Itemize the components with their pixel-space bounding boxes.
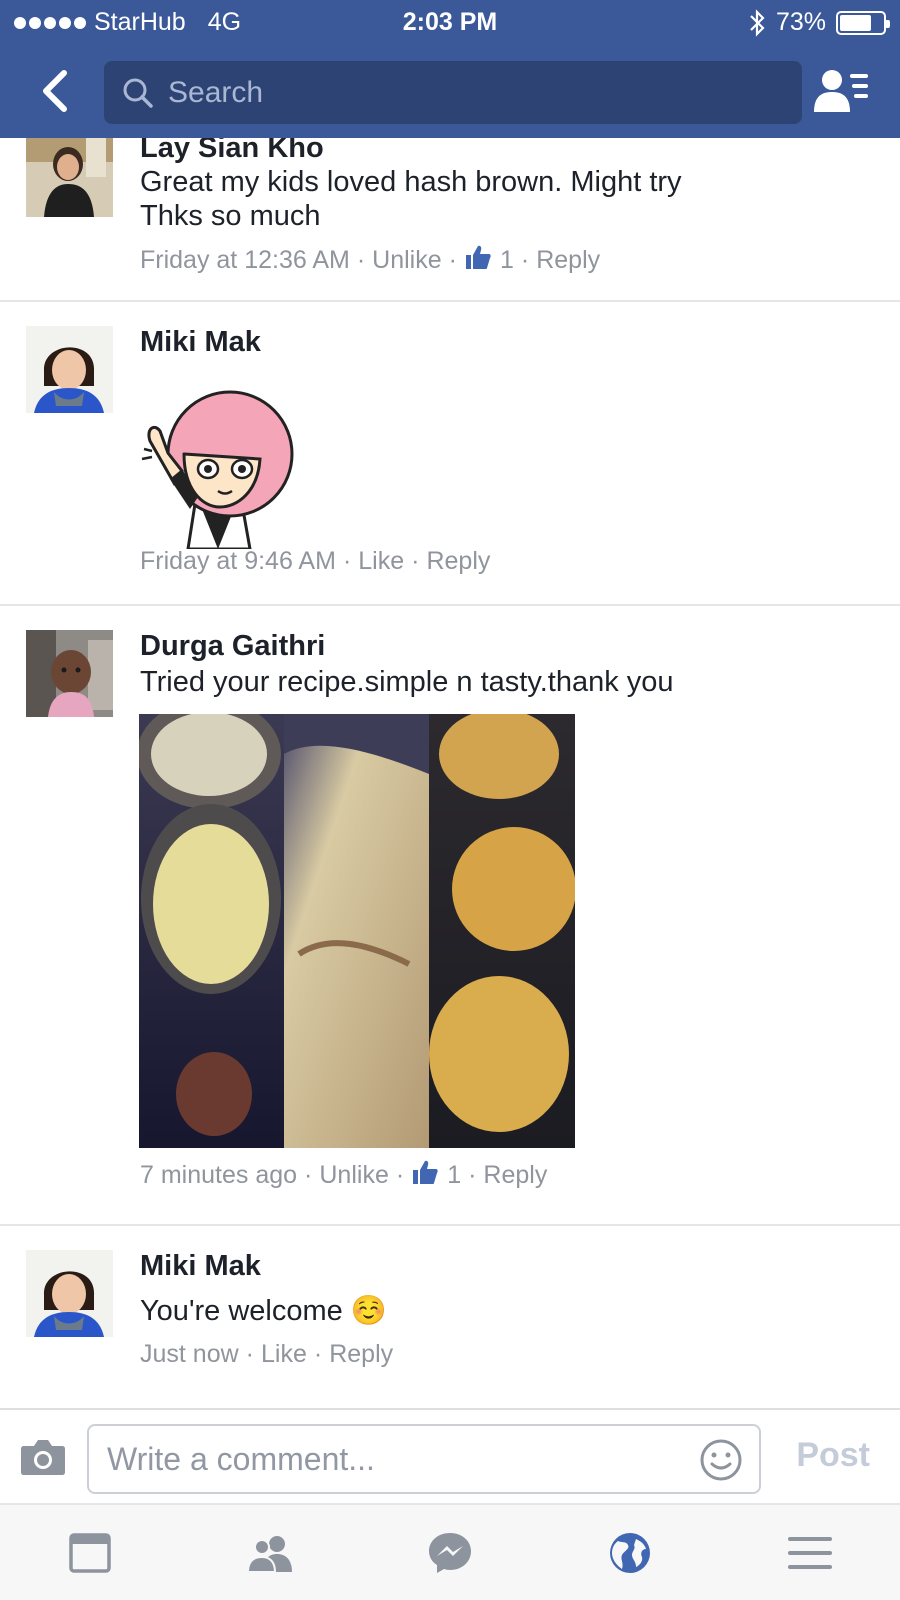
- comments-list: Lay Sian Kho Great my kids loved hash br…: [0, 138, 900, 1408]
- status-right: 73%: [748, 8, 890, 37]
- comment-item: Miki Mak You're welcome ☺️ Just now · Li…: [0, 1226, 900, 1408]
- battery-percent: 73%: [775, 8, 826, 36]
- like-thumb-icon: [464, 244, 492, 277]
- search-bar[interactable]: [104, 61, 802, 124]
- status-bar: StarHub 4G 2:03 PM 73%: [0, 0, 900, 46]
- comment-item: Lay Sian Kho Great my kids loved hash br…: [0, 138, 900, 302]
- tab-notifications[interactable]: [590, 1518, 670, 1588]
- attached-photo[interactable]: [139, 714, 575, 1148]
- separator-dot: ·: [411, 547, 420, 575]
- back-button[interactable]: [30, 62, 80, 120]
- tab-news-feed[interactable]: [50, 1518, 130, 1588]
- tab-messenger[interactable]: [410, 1518, 490, 1588]
- separator-dot: ·: [468, 1161, 477, 1189]
- comment-time[interactable]: Friday at 9:46 AM: [140, 547, 336, 576]
- camera-button[interactable]: [20, 1438, 66, 1481]
- sticker-image: [140, 379, 300, 551]
- separator-dot: ·: [245, 1340, 254, 1368]
- emoji-button[interactable]: [699, 1438, 743, 1487]
- comment-composer: Post: [0, 1408, 900, 1503]
- like-thumb-icon: [411, 1159, 439, 1192]
- separator-dot: ·: [520, 246, 530, 274]
- separator-dot: ·: [313, 1340, 323, 1368]
- reply-button[interactable]: Reply: [483, 1161, 547, 1190]
- friend-requests-button[interactable]: [810, 64, 872, 120]
- like-count[interactable]: 1: [500, 246, 514, 275]
- separator-dot: ·: [395, 1161, 405, 1189]
- comment-item: Durga Gaithri Tried your recipe.simple n…: [0, 606, 900, 1226]
- camera-icon: [21, 1440, 65, 1475]
- commenter-name[interactable]: Miki Mak: [140, 1250, 261, 1283]
- reply-button[interactable]: Reply: [329, 1340, 393, 1369]
- separator-dot: ·: [448, 246, 457, 274]
- globe-icon: [610, 1532, 650, 1573]
- news-feed-icon: [69, 1532, 111, 1573]
- avatar[interactable]: [26, 326, 113, 413]
- avatar[interactable]: [26, 1250, 113, 1337]
- hamburger-menu-icon: [788, 1536, 832, 1569]
- comment-meta: 7 minutes ago · Unlike · 1 · Reply: [140, 1159, 547, 1192]
- friends-icon: [246, 1535, 292, 1573]
- smiley-icon: [700, 1439, 742, 1481]
- comment-text-line-1: Great my kids loved hash brown. Might tr…: [140, 166, 682, 198]
- separator-dot: ·: [356, 246, 366, 274]
- unlike-button[interactable]: Unlike: [372, 246, 441, 275]
- battery-icon: [836, 10, 890, 35]
- comment-text: You're welcome ☺️: [140, 1295, 387, 1327]
- reply-button[interactable]: Reply: [426, 547, 490, 576]
- person-list-icon: [814, 70, 868, 112]
- bluetooth-icon: [750, 8, 765, 37]
- avatar[interactable]: [26, 630, 113, 717]
- comment-input-box[interactable]: [87, 1424, 761, 1494]
- separator-dot: ·: [342, 547, 352, 575]
- comment-text-line-2: Thks so much: [140, 200, 321, 232]
- back-arrow-icon: [43, 70, 67, 112]
- comment-item: Miki Mak Friday at 9:46 AM · Like · Repl…: [0, 302, 900, 606]
- tab-menu[interactable]: [770, 1518, 850, 1588]
- comment-time[interactable]: Friday at 12:36 AM: [140, 246, 350, 275]
- top-bar: StarHub 4G 2:03 PM 73%: [0, 0, 900, 138]
- like-button[interactable]: Like: [358, 547, 404, 576]
- comment-meta: Friday at 9:46 AM · Like · Reply: [140, 547, 490, 576]
- commenter-name[interactable]: Durga Gaithri: [140, 630, 325, 663]
- comment-time[interactable]: Just now: [140, 1340, 239, 1369]
- separator-dot: ·: [304, 1161, 313, 1189]
- bottom-tab-bar: [0, 1503, 900, 1600]
- tab-friend-requests[interactable]: [230, 1518, 310, 1588]
- comment-time[interactable]: 7 minutes ago: [140, 1161, 297, 1190]
- commenter-name[interactable]: Miki Mak: [140, 326, 261, 359]
- unlike-button[interactable]: Unlike: [319, 1161, 388, 1190]
- avatar[interactable]: [26, 138, 113, 217]
- comment-text: Tried your recipe.simple n tasty.thank y…: [140, 666, 674, 698]
- like-count[interactable]: 1: [447, 1161, 461, 1190]
- reply-button[interactable]: Reply: [536, 246, 600, 275]
- search-icon: [123, 78, 153, 108]
- search-input[interactable]: [168, 75, 768, 110]
- commenter-name[interactable]: Lay Sian Kho: [140, 138, 324, 165]
- post-button[interactable]: Post: [796, 1436, 870, 1475]
- comment-input[interactable]: [107, 1440, 667, 1478]
- like-button[interactable]: Like: [261, 1340, 307, 1369]
- comment-meta: Just now · Like · Reply: [140, 1340, 393, 1369]
- messenger-icon: [429, 1532, 471, 1573]
- comment-meta: Friday at 12:36 AM · Unlike · 1 · Reply: [140, 244, 600, 277]
